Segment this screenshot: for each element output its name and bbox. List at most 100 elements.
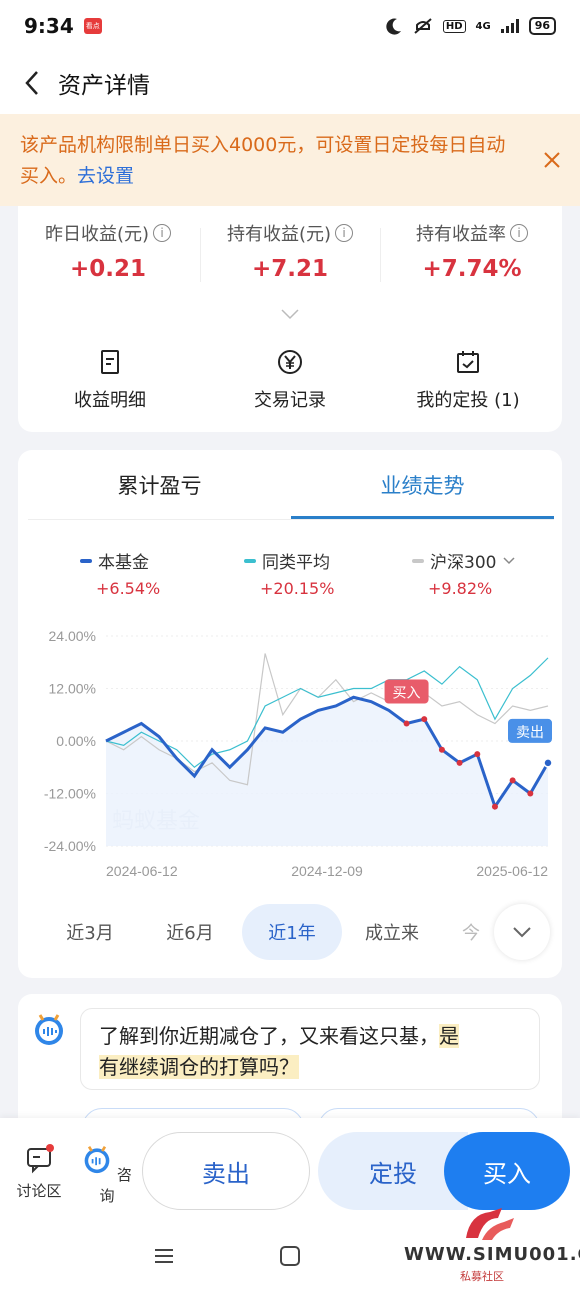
action-label: 我的定投 (1)	[416, 390, 520, 411]
stat-value: +7.21	[251, 256, 329, 282]
legend-swatch	[244, 558, 256, 563]
sell-tag: 卖出	[516, 725, 544, 741]
yen-icon	[278, 350, 302, 374]
assistant-avatar-icon	[35, 1014, 63, 1045]
info-icon[interactable]: i	[510, 224, 528, 242]
stat-label: 持有收益率	[416, 224, 506, 245]
message-text: 了解到你近期减仓了，又来看这只基，	[99, 1024, 439, 1048]
trade-marker	[456, 759, 463, 766]
my-fixed-investment-button[interactable]: 我的定投 (1)	[388, 348, 548, 412]
trade-marker	[474, 751, 481, 758]
legend-csi300[interactable]: 沪深300 +9.82%	[412, 548, 572, 598]
stat-value: +0.21	[69, 256, 147, 282]
performance-tabs: 累计盈亏 业绩走势	[28, 450, 554, 520]
trade-marker	[491, 803, 498, 810]
assistant-card: 了解到你近期减仓了，又来看这只基，是 有继续调仓的打算吗？	[18, 994, 562, 1148]
nav-bar: 资产详情	[0, 52, 580, 114]
status-icons: HD 4G 96	[385, 17, 556, 35]
earnings-detail-button[interactable]: 收益明细	[30, 348, 190, 412]
stat-label: 持有收益(元)	[226, 224, 332, 245]
x-tick-label: 2024-06-12	[106, 863, 178, 879]
chevron-down-icon[interactable]	[502, 556, 516, 566]
stat-value: +7.74%	[422, 256, 522, 282]
bottom-label: 讨论区	[16, 1182, 62, 1200]
range-since-inception[interactable]: 成立来	[352, 904, 432, 960]
legend-value: +20.15%	[260, 579, 335, 598]
chevron-down-icon	[513, 927, 531, 938]
unread-dot	[46, 1144, 54, 1152]
y-tick-label: -12.00%	[44, 786, 96, 802]
watermark-logo-icon	[466, 1208, 514, 1240]
transaction-history-button[interactable]: 交易记录	[210, 348, 370, 412]
holding-return-rate: 持有收益率 i +7.74%	[382, 220, 562, 282]
trade-marker	[527, 790, 534, 797]
back-arrow-icon[interactable]	[18, 69, 46, 97]
y-tick-label: -24.00%	[44, 838, 96, 854]
legend-label: 沪深300	[430, 553, 497, 573]
notice-setup-link[interactable]: 去设置	[77, 165, 134, 187]
signal-bars-icon	[500, 19, 519, 33]
legend-value: +6.54%	[96, 579, 161, 598]
message-highlight: 是	[439, 1024, 459, 1048]
yesterday-earnings: 昨日收益(元) i +0.21	[18, 220, 198, 282]
sell-button[interactable]: 卖出	[142, 1132, 310, 1210]
legend-this-fund[interactable]: 本基金 +6.54%	[80, 548, 240, 598]
tab-cumulative-pnl[interactable]: 累计盈亏	[28, 450, 291, 520]
status-time: 9:34	[24, 14, 74, 38]
legend-value: +9.82%	[428, 579, 493, 598]
document-icon	[101, 350, 119, 374]
home-icon[interactable]	[278, 1244, 302, 1268]
watermark-subtitle: 私募社区	[460, 1270, 504, 1283]
buy-tag: 买入	[393, 686, 421, 702]
discuss-button[interactable]: 讨论区	[14, 1144, 64, 1201]
legend-label: 同类平均	[262, 553, 330, 573]
legend-category-average[interactable]: 同类平均 +20.15%	[244, 548, 404, 598]
menu-icon[interactable]	[152, 1244, 176, 1268]
range-ytd[interactable]: 今	[456, 904, 486, 960]
performance-line-chart[interactable]: 24.00% 12.00% 0.00% -12.00% -24.00% 2024-06-1…	[18, 620, 562, 890]
page-title: 资产详情	[58, 73, 150, 99]
range-1y[interactable]: 近1年	[242, 904, 342, 960]
chat-icon	[24, 1144, 54, 1174]
y-tick-label: 12.00%	[49, 681, 96, 697]
assistant-icon	[84, 1145, 110, 1174]
divider	[380, 228, 381, 282]
holding-summary-card: 昨日收益(元) i +0.21 持有收益(元) i +7.21 持有收益率 i +7.…	[18, 206, 562, 432]
performance-card: 累计盈亏 业绩走势 本基金 +6.54% 同类平均 +20.15% 沪深300 …	[18, 450, 562, 978]
legend-swatch	[80, 558, 92, 563]
range-3m[interactable]: 近3月	[52, 904, 128, 960]
y-tick-label: 24.00%	[49, 628, 96, 644]
assistant-message: 了解到你近期减仓了，又来看这只基，是 有继续调仓的打算吗？	[80, 1008, 540, 1090]
tab-performance-trend[interactable]: 业绩走势	[291, 450, 554, 520]
action-label: 收益明细	[74, 390, 146, 411]
active-tab-indicator	[291, 516, 554, 519]
purchase-limit-notice: 该产品机构限制单日买入4000元，可设置日定投每日自动买入。去设置	[0, 114, 580, 206]
trade-marker	[421, 716, 428, 723]
legend-swatch	[412, 558, 424, 563]
trade-marker	[403, 720, 410, 727]
holding-earnings: 持有收益(元) i +7.21	[200, 220, 380, 282]
trade-marker	[509, 777, 516, 784]
app-notification-icon: 看点	[83, 18, 102, 34]
trade-marker	[438, 746, 445, 753]
x-tick-label: 2024-12-09	[291, 863, 363, 879]
watermark-site: WWW.SIMU001.CN	[404, 1244, 580, 1265]
range-6m[interactable]: 近6月	[152, 904, 228, 960]
mute-icon	[414, 18, 432, 34]
y-tick-label: 0.00%	[56, 733, 96, 749]
legend-label: 本基金	[98, 553, 149, 573]
latest-point	[543, 758, 553, 768]
stat-label: 昨日收益(元)	[44, 224, 150, 245]
info-icon[interactable]: i	[335, 224, 354, 242]
hd-icon: HD	[442, 19, 466, 33]
calendar-icon	[457, 351, 479, 373]
chevron-down-icon[interactable]	[280, 308, 300, 320]
buy-button[interactable]: 买入	[444, 1132, 570, 1210]
action-label: 交易记录	[254, 390, 326, 411]
moon-icon	[386, 18, 401, 35]
close-icon[interactable]	[540, 148, 564, 172]
status-bar: 9:34 看点 HD 4G 96	[0, 0, 580, 52]
more-ranges-button[interactable]	[494, 904, 550, 960]
consult-button[interactable]: 咨询	[82, 1144, 132, 1206]
info-icon[interactable]: i	[153, 224, 172, 242]
